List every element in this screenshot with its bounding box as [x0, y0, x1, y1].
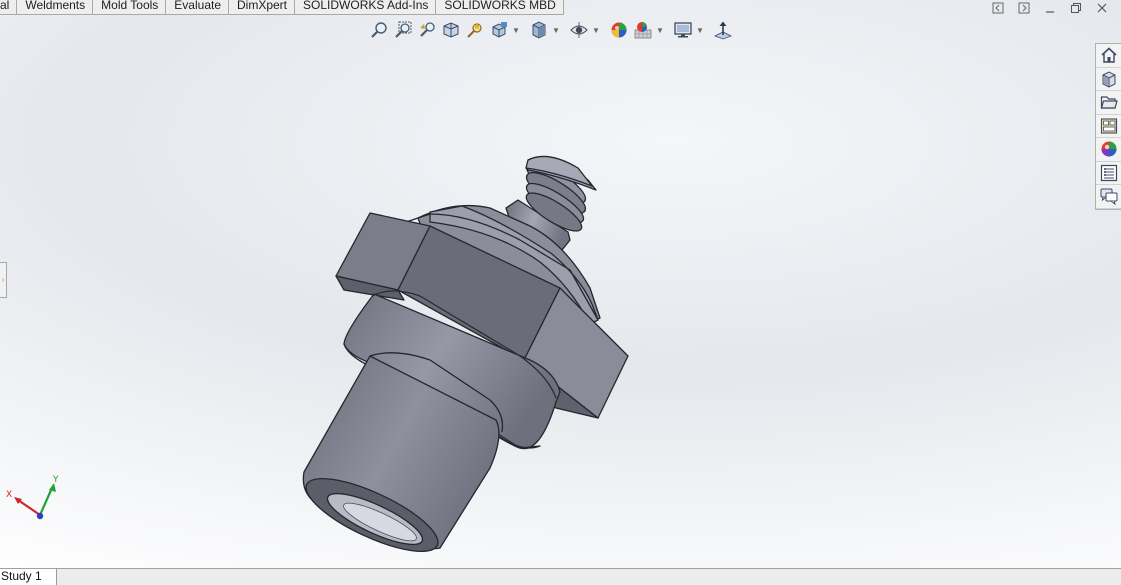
view-settings-dropdown[interactable]: ▼ [695, 18, 705, 42]
section-view-icon [443, 22, 459, 38]
tab-study-1[interactable]: Study 1 [0, 569, 57, 585]
close-button[interactable] [1089, 0, 1115, 16]
featuremanager-flyout-handle[interactable]: › [0, 262, 7, 298]
previous-view-icon [420, 22, 435, 37]
tab-weldments[interactable]: Weldments [17, 0, 94, 15]
custom-properties-tab[interactable] [1096, 162, 1121, 185]
close-icon [1097, 3, 1107, 13]
design-library-tab[interactable] [1096, 68, 1121, 91]
expand-handle-icon: › [1, 276, 5, 284]
solidworks-forum-tab[interactable] [1096, 185, 1121, 209]
zoom-to-area-button[interactable] [391, 18, 415, 42]
next-window-icon [1018, 2, 1030, 14]
hide-show-items-dropdown[interactable]: ▼ [591, 18, 601, 42]
edit-appearance-icon [611, 22, 627, 38]
view-palette-tab[interactable] [1096, 115, 1121, 138]
view-orientation-icon [492, 22, 507, 38]
x-axis [17, 499, 41, 516]
heads-up-view-toolbar: ▼ ▼ ▼ ▼ ▼ [367, 18, 735, 42]
previous-window-button[interactable] [985, 0, 1011, 16]
tab-solidworks-mbd[interactable]: SOLIDWORKS MBD [436, 0, 564, 15]
tab-evaluate[interactable]: Evaluate [166, 0, 229, 15]
solidworks-resources-icon [1100, 47, 1117, 63]
y-axis [38, 487, 54, 516]
solidworks-resources-tab[interactable] [1096, 44, 1121, 68]
zoom-to-fit-button[interactable] [367, 18, 391, 42]
tab-mold-tools[interactable]: Mold Tools [93, 0, 167, 15]
design-library-icon [1102, 71, 1115, 88]
rotate-view-button[interactable] [711, 18, 735, 42]
apply-scene-dropdown[interactable]: ▼ [655, 18, 665, 42]
z-axis [36, 512, 44, 520]
apply-scene-button[interactable] [631, 18, 655, 42]
restore-button[interactable] [1063, 0, 1089, 16]
window-controls [985, 0, 1115, 16]
tab-solidworks-add-ins[interactable]: SOLIDWORKS Add-Ins [295, 0, 437, 15]
display-style-button[interactable] [527, 18, 551, 42]
tab-al[interactable]: al [0, 0, 18, 15]
view-palette-icon [1100, 118, 1117, 134]
appearances-scenes-tab[interactable] [1096, 138, 1121, 162]
y-axis-label: Y [52, 475, 59, 485]
zoom-to-fit-icon [371, 22, 387, 38]
display-style-icon [532, 21, 546, 39]
custom-properties-icon [1100, 164, 1117, 181]
part-model[interactable] [290, 150, 640, 560]
apply-scene-icon [634, 22, 652, 39]
graphics-area[interactable]: al Weldments Mold Tools Evaluate DimXper… [0, 0, 1121, 568]
solidworks-forum-icon [1100, 188, 1117, 206]
appearances-scenes-icon [1101, 141, 1116, 157]
zoom-to-area-icon [395, 21, 412, 38]
next-window-button[interactable] [1011, 0, 1037, 16]
previous-view-button[interactable] [415, 18, 439, 42]
file-explorer-tab[interactable] [1096, 91, 1121, 115]
file-explorer-icon [1100, 96, 1118, 109]
restore-icon [1071, 3, 1081, 13]
model-tab-bar: Study 1 [0, 568, 1121, 585]
reference-triad: X Y [6, 475, 59, 520]
view-orientation-dropdown[interactable]: ▼ [511, 18, 521, 42]
section-view-button[interactable] [439, 18, 463, 42]
command-manager-tabs: al Weldments Mold Tools Evaluate DimXper… [0, 0, 564, 15]
hide-show-items-icon [570, 22, 588, 38]
view-orientation-button[interactable] [487, 18, 511, 42]
task-pane-tabs [1095, 43, 1121, 210]
dynamic-annotation-views-icon [467, 22, 482, 38]
tab-dimxpert[interactable]: DimXpert [229, 0, 296, 15]
hide-show-items-button[interactable] [567, 18, 591, 42]
edit-appearance-button[interactable] [607, 18, 631, 42]
rotate-view-icon [714, 21, 732, 40]
dynamic-annotation-views-button[interactable] [463, 18, 487, 42]
view-settings-button[interactable] [671, 18, 695, 42]
minimize-button[interactable] [1037, 0, 1063, 16]
x-axis-label: X [6, 490, 12, 500]
display-style-dropdown[interactable]: ▼ [551, 18, 561, 42]
minimize-icon [1046, 11, 1054, 13]
previous-window-icon [992, 2, 1004, 14]
view-settings-icon [674, 22, 692, 38]
